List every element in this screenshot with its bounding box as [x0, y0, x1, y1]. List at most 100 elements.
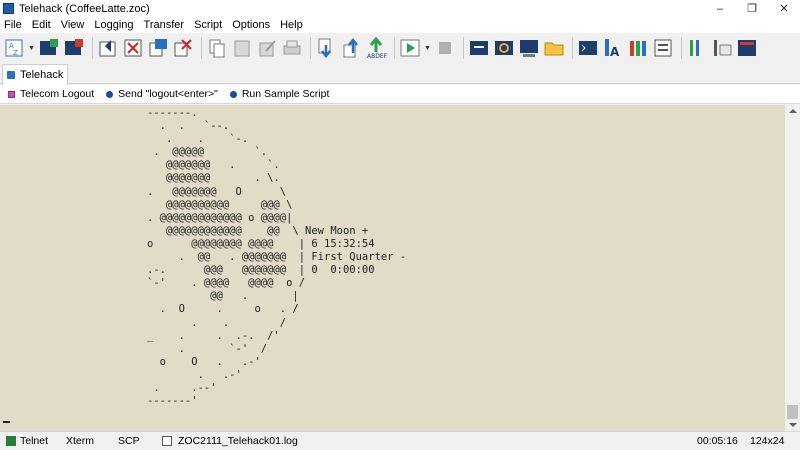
window-title: Telehack (CoffeeLatte.zoc)	[19, 2, 150, 15]
download-icon[interactable]	[315, 37, 337, 59]
run-sample-script-button[interactable]: Run Sample Script	[229, 88, 330, 100]
shell-icon[interactable]	[577, 37, 599, 59]
font-icon[interactable]: A	[602, 37, 624, 59]
run-script-icon[interactable]	[399, 37, 421, 59]
maximize-button[interactable]: ❐	[736, 0, 768, 17]
bullet-icon	[106, 90, 114, 98]
tab-telehack[interactable]: Telehack	[2, 64, 68, 85]
terminal-size: 124x24	[750, 435, 785, 447]
toolbar-separator	[572, 37, 573, 59]
print-icon[interactable]	[281, 37, 303, 59]
capture-icon[interactable]	[493, 37, 515, 59]
terminal-line: . .-'	[147, 368, 242, 381]
menu-logging[interactable]: Logging	[89, 19, 138, 31]
protocol-status[interactable]: Telnet	[6, 435, 66, 447]
tab-bar: Telehack	[0, 63, 800, 85]
svg-text:A: A	[610, 45, 620, 59]
news-icon[interactable]	[736, 37, 758, 59]
quick-button-bar: Telecom Logout Send "logout<enter>" Run …	[0, 85, 800, 104]
bullet-icon	[229, 90, 237, 98]
send-logout-button[interactable]: Send "logout<enter>"	[106, 88, 218, 100]
terminal-line: . `-' /	[147, 342, 268, 355]
session-icon	[7, 71, 15, 79]
copy-icon[interactable]	[206, 37, 228, 59]
scrollbar-thumb[interactable]	[787, 405, 798, 419]
terminal-window-icon[interactable]	[468, 37, 490, 59]
close-session-icon[interactable]	[147, 37, 169, 59]
duplicate-session-icon[interactable]	[172, 37, 194, 59]
minimize-button[interactable]: –	[704, 0, 736, 17]
edit-icon[interactable]	[256, 37, 278, 59]
text-send-icon[interactable]: ABDEF	[365, 37, 387, 59]
host-directory-icon[interactable]	[97, 37, 119, 59]
toolbar-separator	[394, 37, 395, 59]
terminal-line: `-' . @@@@ @@@@ o /	[147, 277, 306, 290]
tab-label: Telehack	[20, 69, 64, 81]
upload-icon[interactable]	[340, 37, 362, 59]
status-bar: Telnet Xterm SCP ZOC2111_Telehack01.log …	[0, 431, 800, 450]
svg-text:Z: Z	[13, 49, 18, 57]
menu-transfer[interactable]: Transfer	[139, 19, 190, 31]
terminal-line: @@@@@@@ . `.	[147, 159, 280, 172]
window-controls: – ❐ ✕	[704, 0, 800, 17]
sort-dropdown[interactable]: ▼	[28, 37, 35, 59]
terminal-screen[interactable]: -------. . . `--. . . `-. . @@@@@ `. @@@…	[0, 105, 785, 431]
svg-text:ABDEF: ABDEF	[367, 53, 387, 59]
run-sample-script-label: Run Sample Script	[241, 88, 330, 100]
terminal-line: -------'	[147, 395, 198, 408]
logfile-status[interactable]: ZOC2111_Telehack01.log	[162, 435, 298, 447]
elapsed-time: 00:05:16	[697, 435, 738, 447]
telecom-logout-button[interactable]: Telecom Logout	[8, 88, 94, 100]
terminal-line: @@@@@@@@@@ @@@ \	[147, 198, 293, 211]
telnet-icon	[6, 436, 16, 446]
terminal-line: . @@@@@ `.	[147, 146, 268, 159]
options-icon[interactable]	[711, 37, 733, 59]
app-icon[interactable]	[3, 3, 14, 14]
screen-icon[interactable]	[518, 37, 540, 59]
terminal-line: o @@@@@@@@ @@@@ | 6 15:32:54	[147, 237, 375, 250]
close-button[interactable]: ✕	[768, 0, 800, 17]
keyboard-icon[interactable]	[652, 37, 674, 59]
toolbar-separator	[201, 37, 202, 59]
tools-icon[interactable]	[686, 37, 708, 59]
disconnect-icon[interactable]	[63, 37, 85, 59]
terminal-line: -------.	[147, 107, 198, 119]
terminal-line: @@ . |	[147, 290, 299, 303]
menu-help[interactable]: Help	[275, 19, 308, 31]
toolbar-separator	[310, 37, 311, 59]
terminal-line: @@@@@@@ . \.	[147, 172, 280, 185]
stop-icon[interactable]	[434, 37, 456, 59]
menu-view[interactable]: View	[56, 19, 90, 31]
paste-icon[interactable]	[231, 37, 253, 59]
protocol-label: Telnet	[20, 435, 49, 447]
scroll-up-icon[interactable]	[789, 109, 797, 113]
terminal-line: @@@@@@@@@@@@ @@ \ New Moon +	[147, 224, 369, 237]
menu-file[interactable]: File	[0, 19, 27, 31]
terminal-line: . @@ . @@@@@@@ | First Quarter -	[147, 251, 407, 264]
terminal-line: . . /	[147, 316, 287, 329]
emulation-status[interactable]: Xterm	[66, 435, 118, 447]
connect-icon[interactable]	[38, 37, 60, 59]
toolbar-separator	[92, 37, 93, 59]
toolbar-separator	[463, 37, 464, 59]
colors-icon[interactable]	[627, 37, 649, 59]
menu-options[interactable]: Options	[227, 19, 275, 31]
folder-icon[interactable]	[543, 37, 565, 59]
terminal-line: . .--'	[147, 381, 217, 394]
scroll-down-icon[interactable]	[789, 423, 797, 427]
terminal-line: . O . o . /	[147, 303, 299, 316]
sort-icon[interactable]: AZ	[3, 37, 25, 59]
bullet-icon	[8, 90, 15, 98]
transfer-status[interactable]: SCP	[118, 435, 162, 447]
terminal-output: -------. . . `--. . . `-. . @@@@@ `. @@@…	[147, 107, 406, 408]
logging-checkbox[interactable]	[162, 436, 172, 446]
run-script-dropdown[interactable]: ▼	[424, 37, 431, 59]
toolbar: AZ ▼ ABDEF ▼ A	[0, 33, 800, 63]
terminal-line: _ . . .-. /'	[147, 329, 280, 342]
menu-edit[interactable]: Edit	[27, 19, 56, 31]
terminal-line: . @@@@@@@ O \	[147, 185, 287, 198]
menu-script[interactable]: Script	[189, 19, 227, 31]
new-session-icon[interactable]	[122, 37, 144, 59]
terminal-line: . @@@@@@@@@@@@@ o @@@@|	[147, 211, 293, 224]
vertical-scrollbar[interactable]	[785, 105, 800, 431]
